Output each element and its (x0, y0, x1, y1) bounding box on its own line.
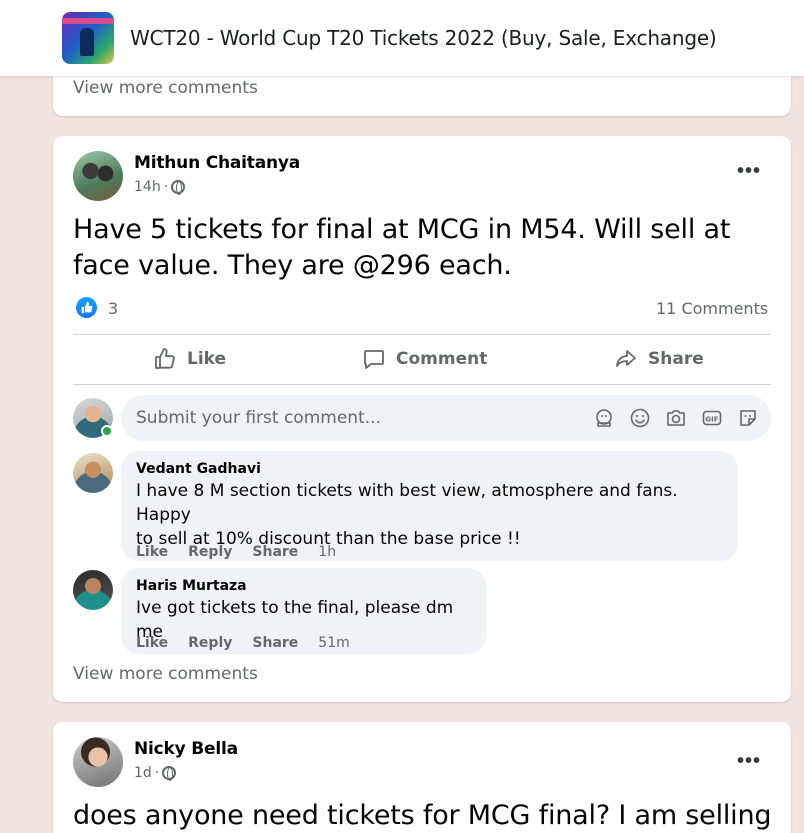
comment-share-link[interactable]: Share (252, 544, 298, 560)
comment-button[interactable]: Comment (362, 337, 487, 381)
thumbs-up-icon (155, 348, 175, 369)
comment-actions: Like Reply Share 51m (136, 635, 350, 651)
comment-author[interactable]: Haris Murtaza (136, 578, 470, 594)
comment-timestamp[interactable]: 51m (318, 635, 349, 651)
post-card: Mithun Chaitanya 14h · ••• Have 5 ticket… (53, 136, 791, 702)
share-arrow-icon (616, 350, 636, 367)
like-button[interactable]: Like (153, 337, 226, 381)
camera-icon[interactable] (665, 407, 687, 429)
like-label: Like (187, 349, 227, 369)
post-text-line: Have 5 tickets for final at MCG in M54. … (73, 214, 731, 245)
comment-reply-link[interactable]: Reply (188, 544, 232, 560)
post-author-avatar[interactable] (73, 737, 123, 787)
next-post-card: Nicky Bella 1d · ••• does anyone need ti… (53, 722, 791, 833)
divider (73, 384, 771, 385)
view-more-comments-link[interactable]: View more comments (73, 664, 258, 684)
emoji-icon[interactable] (629, 407, 651, 429)
divider (73, 334, 771, 335)
comment-share-link[interactable]: Share (252, 635, 298, 651)
comment-author[interactable]: Vedant Gadhavi (136, 461, 722, 477)
group-thumbnail-player (80, 28, 94, 56)
comment-reply-link[interactable]: Reply (188, 635, 232, 651)
comment-input[interactable] (136, 408, 576, 428)
like-reaction-icon[interactable] (76, 297, 97, 318)
comment-input-icons: GIF (593, 407, 759, 429)
globe-icon (171, 180, 186, 195)
share-label: Share (648, 349, 704, 369)
comment-timestamp[interactable]: 1h (318, 544, 336, 560)
comment-like-link[interactable]: Like (136, 635, 168, 651)
commenter-avatar[interactable] (73, 453, 113, 493)
group-header: WCT20 - World Cup T20 Tickets 2022 (Buy,… (0, 0, 804, 76)
post-text: does anyone need tickets for MCG final? … (73, 800, 772, 831)
view-more-comments-link[interactable]: View more comments (73, 78, 258, 98)
post-timestamp[interactable]: 14h (134, 179, 161, 195)
globe-icon (162, 766, 177, 781)
comment-input-box[interactable]: GIF (121, 395, 771, 441)
group-thumbnail-banner (62, 18, 114, 24)
commenter-avatar[interactable] (73, 570, 113, 610)
meta-separator: · (154, 765, 160, 781)
meta-separator: · (163, 179, 169, 195)
post-text: Have 5 tickets for final at MCG in M54. … (73, 212, 730, 284)
comment-actions: Like Reply Share 1h (136, 544, 336, 560)
share-button[interactable]: Share (614, 337, 704, 381)
more-options-button[interactable]: ••• (737, 750, 761, 773)
post-text-line: face value. They are @296 each. (73, 250, 512, 281)
post-meta: 14h · (134, 179, 186, 195)
reactions-count[interactable]: 3 (108, 299, 118, 318)
post-author-avatar[interactable] (73, 151, 123, 201)
comment-text: I have 8 M section tickets with best vie… (136, 479, 722, 551)
group-title[interactable]: WCT20 - World Cup T20 Tickets 2022 (Buy,… (130, 26, 717, 50)
sticker-icon[interactable] (737, 407, 759, 429)
more-options-button[interactable]: ••• (737, 160, 761, 183)
post-author-name[interactable]: Mithun Chaitanya (134, 153, 300, 173)
online-status-indicator (101, 425, 113, 437)
post-meta: 1d · (134, 765, 177, 781)
comment-bubble-icon (364, 350, 384, 369)
group-thumbnail[interactable] (62, 12, 114, 64)
svg-text:GIF: GIF (705, 415, 718, 423)
comment-label: Comment (396, 349, 488, 369)
post-author-name[interactable]: Nicky Bella (134, 739, 238, 759)
comments-count[interactable]: 11 Comments (656, 299, 768, 318)
comment-like-link[interactable]: Like (136, 544, 168, 560)
comment-text-line: I have 8 M section tickets with best vie… (136, 481, 678, 525)
avatar-sticker-icon[interactable] (593, 407, 615, 429)
gif-icon[interactable]: GIF (701, 407, 723, 429)
post-timestamp[interactable]: 1d (134, 765, 152, 781)
